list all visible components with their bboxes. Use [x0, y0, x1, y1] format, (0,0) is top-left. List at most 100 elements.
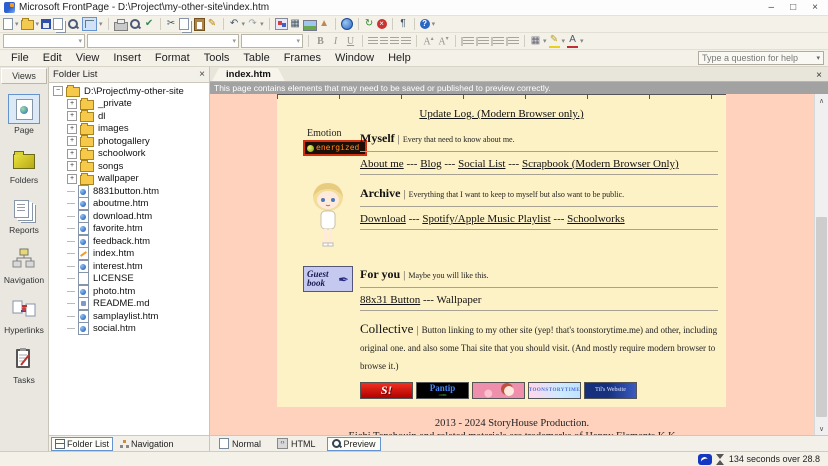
spelling-icon[interactable]: ✔	[144, 18, 155, 30]
maximize-button[interactable]: □	[790, 3, 796, 13]
folder-list-close-icon[interactable]: ×	[199, 69, 205, 80]
tree-item-photogallery[interactable]: +photogallery	[53, 135, 209, 148]
redo-dropdown[interactable]: ▾	[260, 20, 264, 28]
tree-root-item[interactable]: −D:\Project\my-other-site	[53, 85, 209, 98]
scroll-down-icon[interactable]: ∨	[815, 422, 828, 435]
paste-icon[interactable]	[194, 18, 205, 31]
decrease-indent-button[interactable]	[491, 37, 504, 46]
expand-icon[interactable]: +	[67, 124, 77, 134]
undo-icon[interactable]: ↶	[229, 18, 240, 30]
insert-picture-icon[interactable]	[303, 20, 317, 31]
hyperlink-icon[interactable]	[341, 18, 353, 30]
tree-item-wallpaper[interactable]: +wallpaper	[53, 173, 209, 186]
view-item-page[interactable]: Page	[0, 94, 48, 135]
menu-view[interactable]: View	[69, 52, 107, 64]
tree-item-images[interactable]: +images	[53, 123, 209, 136]
font-combobox[interactable]: ▾	[87, 34, 239, 48]
save-icon[interactable]	[41, 19, 51, 29]
page-link-schoolworks[interactable]: Schoolworks	[567, 213, 624, 225]
tree-item-samplaylist-htm[interactable]: samplaylist.htm	[53, 310, 209, 323]
guestbook-button[interactable]: Guestbook ✒	[303, 266, 353, 292]
vertical-scrollbar[interactable]: ∧ ∨	[814, 94, 828, 435]
redo-icon[interactable]: ↷	[247, 18, 258, 30]
increase-font-size-button[interactable]: A▴	[422, 35, 435, 47]
tab-normal[interactable]: Normal	[214, 436, 266, 451]
page-link-88x31-button[interactable]: 88x31 Button	[360, 294, 420, 306]
increase-indent-button[interactable]	[506, 37, 519, 46]
tree-item-license[interactable]: LICENSE	[53, 273, 209, 286]
expand-icon[interactable]: +	[67, 149, 77, 159]
menu-tools[interactable]: Tools	[197, 52, 237, 64]
menu-format[interactable]: Format	[148, 52, 197, 64]
tree-item-download-htm[interactable]: download.htm	[53, 210, 209, 223]
tree-item-dl[interactable]: +dl	[53, 110, 209, 123]
expand-icon[interactable]: +	[67, 161, 77, 171]
search-icon[interactable]	[68, 19, 78, 29]
menu-help[interactable]: Help	[381, 52, 418, 64]
tree-item--private[interactable]: +_private	[53, 98, 209, 111]
tab-preview[interactable]: Preview	[327, 437, 381, 451]
font-color-dropdown[interactable]: ▾	[580, 37, 584, 45]
sanook-button[interactable]: S!	[360, 382, 413, 399]
underline-button[interactable]: U	[344, 36, 357, 47]
decrease-font-size-button[interactable]: A▾	[437, 35, 450, 47]
align-justify-button[interactable]	[401, 37, 411, 46]
copy-icon[interactable]	[179, 18, 189, 30]
show-all-icon[interactable]: ¶	[398, 18, 409, 30]
page-link-social-list[interactable]: Social List	[458, 158, 505, 170]
document-close-icon[interactable]: ×	[812, 70, 826, 81]
menu-window[interactable]: Window	[328, 52, 381, 64]
tree-item-songs[interactable]: +songs	[53, 160, 209, 173]
help-search-dropdown-icon[interactable]: ▾	[816, 54, 820, 62]
web-component-icon[interactable]	[275, 18, 288, 30]
update-log-link[interactable]: Update Log. (Modern Browser only.)	[419, 108, 583, 120]
bold-button[interactable]: B	[314, 36, 327, 47]
page-link-download[interactable]: Download	[360, 213, 406, 225]
scroll-up-icon[interactable]: ∧	[815, 94, 828, 107]
view-item-hyperlinks[interactable]: Hyperlinks	[0, 294, 48, 335]
open-dropdown[interactable]: ▾	[36, 20, 40, 28]
tree-item-favorite-htm[interactable]: favorite.htm	[53, 223, 209, 236]
style-combobox[interactable]: ▾	[3, 34, 85, 48]
drawing-icon[interactable]: ▲	[319, 18, 330, 30]
tree-item-social-htm[interactable]: social.htm	[53, 323, 209, 336]
format-painter-icon[interactable]: ✎	[207, 18, 218, 30]
preview-in-browser-icon[interactable]	[130, 19, 140, 29]
scrollbar-track[interactable]	[815, 107, 828, 422]
toggle-pane-icon[interactable]	[82, 17, 97, 31]
italic-button[interactable]: I	[329, 36, 342, 47]
cut-icon[interactable]: ✂	[166, 18, 177, 30]
menu-frames[interactable]: Frames	[277, 52, 328, 64]
borders-button[interactable]: ▦	[530, 35, 541, 47]
page-link-scrapbook-modern-browser-only-[interactable]: Scrapbook (Modern Browser Only)	[522, 158, 679, 170]
page-link-about-me[interactable]: About me	[360, 158, 404, 170]
font-size-combobox[interactable]: ▾	[241, 34, 303, 48]
page-link-spotify-apple-music-playlist[interactable]: Spotify/Apple Music Playlist	[422, 213, 550, 225]
refresh-icon[interactable]: ↻	[364, 18, 375, 30]
help-search-input[interactable]: Type a question for help ▾	[698, 51, 824, 65]
expand-icon[interactable]: +	[67, 136, 77, 146]
tree-item-schoolwork[interactable]: +schoolwork	[53, 148, 209, 161]
tree-item-aboutme-htm[interactable]: aboutme.htm	[53, 198, 209, 211]
navigation-pane-tab[interactable]: Navigation	[116, 437, 178, 451]
scrollbar-thumb[interactable]	[816, 217, 827, 417]
new-page-icon[interactable]	[3, 18, 13, 30]
toggle-pane-dropdown[interactable]: ▾	[99, 20, 103, 28]
minimize-button[interactable]: –	[769, 3, 775, 13]
open-icon[interactable]	[21, 20, 34, 30]
tab-html[interactable]: ‹›HTML	[272, 436, 321, 451]
tree-item-interest-htm[interactable]: interest.htm	[53, 260, 209, 273]
collapse-icon[interactable]: −	[53, 86, 63, 96]
new-page-dropdown[interactable]: ▾	[15, 20, 19, 28]
align-left-button[interactable]	[368, 37, 378, 46]
chibi-banner-button[interactable]	[472, 382, 525, 399]
stop-icon[interactable]	[377, 19, 387, 29]
tree-item-index-htm[interactable]: index.htm	[53, 248, 209, 261]
publish-web-icon[interactable]	[53, 18, 63, 30]
highlight-button[interactable]: ✎	[549, 34, 560, 48]
menu-edit[interactable]: Edit	[36, 52, 69, 64]
menu-insert[interactable]: Insert	[106, 52, 148, 64]
tils-website-button[interactable]: Til's Website	[584, 382, 637, 399]
expand-icon[interactable]: +	[67, 99, 77, 109]
page-link-blog[interactable]: Blog	[420, 158, 441, 170]
